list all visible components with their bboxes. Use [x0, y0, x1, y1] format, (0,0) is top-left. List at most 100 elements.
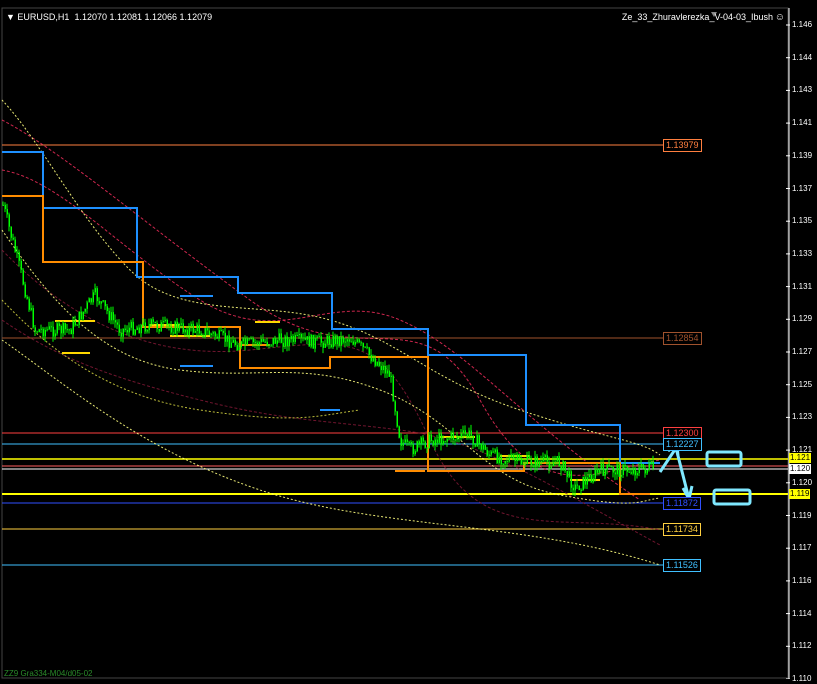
candle-body — [60, 326, 62, 334]
candle-body — [178, 324, 180, 331]
axis-tick-label: 1.123 — [792, 412, 813, 422]
candle-body — [114, 320, 116, 323]
candle-body — [28, 298, 30, 310]
candle-body — [456, 436, 458, 440]
candle-body — [40, 328, 42, 330]
candle-body — [592, 478, 594, 483]
candle-body — [252, 338, 254, 343]
candle-body — [368, 347, 370, 355]
candle-body — [202, 335, 204, 337]
candle-body — [116, 322, 118, 325]
candle-body — [30, 308, 32, 310]
candle-body — [150, 319, 152, 325]
candle-body — [576, 484, 578, 486]
candle-body — [338, 336, 340, 346]
candle-body — [586, 477, 588, 485]
candle-body — [376, 361, 378, 366]
candle-body — [458, 436, 460, 438]
dropdown-triangle-icon[interactable]: ▼ — [6, 12, 17, 22]
candle-body — [438, 433, 440, 443]
candle-body — [316, 336, 318, 338]
candle-body — [170, 326, 172, 333]
candle-body — [548, 461, 550, 469]
candle-body — [578, 485, 580, 491]
candle-body — [582, 476, 584, 490]
candle-body — [546, 455, 548, 462]
candle-body — [384, 365, 386, 374]
candle-body — [390, 375, 392, 377]
candle-body — [562, 461, 564, 471]
candle-body — [88, 298, 90, 303]
candle-body — [234, 339, 236, 345]
candle-body — [408, 441, 410, 443]
moving-average-line — [1, 339, 661, 566]
candle-body — [354, 341, 356, 345]
candle-body — [366, 346, 368, 348]
axis-tick-label: 1.127 — [792, 347, 813, 356]
candle-body — [58, 323, 60, 327]
candle-body — [312, 334, 314, 349]
level-price-label: 1.11872 — [663, 497, 701, 510]
candle-body — [50, 326, 52, 328]
candle-body — [210, 333, 212, 335]
candle-body — [374, 358, 376, 366]
candle-body — [434, 439, 436, 446]
candle-body — [362, 343, 364, 348]
candle-body — [470, 430, 472, 436]
candle-body — [258, 342, 260, 346]
candle-body — [472, 435, 474, 445]
candle-body — [530, 458, 532, 466]
chart-window[interactable]: ▼ EURUSD,H1 1.12070 1.12081 1.12066 1.12… — [0, 0, 817, 683]
candle-body — [484, 445, 486, 450]
axis-tick-label: 1.129 — [792, 314, 813, 324]
candle-body — [174, 321, 176, 334]
candle-body — [318, 336, 320, 338]
candle-body — [618, 464, 620, 477]
candle-body — [510, 454, 512, 458]
candle-body — [184, 329, 186, 333]
candle-body — [348, 339, 350, 342]
candle-body — [16, 251, 18, 253]
axis-tick-label: 1.125 — [792, 379, 813, 389]
candle-body — [610, 466, 612, 468]
candle-body — [518, 454, 520, 459]
footer-indicator-label: ZZ9 Gra334-M04/d05-02 — [4, 669, 93, 678]
candle-body — [92, 292, 94, 303]
candle-body — [80, 311, 82, 320]
candle-body — [292, 335, 294, 342]
candle-body — [336, 336, 338, 345]
candle-body — [264, 341, 266, 343]
candle-body — [192, 323, 194, 333]
candle-body — [634, 468, 636, 476]
candle-body — [646, 469, 648, 474]
candle-body — [2, 204, 4, 206]
candle-body — [290, 335, 292, 340]
candle-body — [146, 330, 148, 332]
candle-body — [332, 335, 334, 348]
candle-body — [522, 464, 524, 466]
candle-body — [104, 300, 106, 307]
candle-body — [100, 301, 102, 304]
candle-body — [118, 324, 120, 333]
candle-body — [90, 298, 92, 303]
indicator-label: Ze_33_Zhuravlerezka_V-04-03_Ibush — [621, 12, 773, 22]
candle-body — [346, 339, 348, 342]
axis-tick-label: 1.135 — [792, 216, 813, 226]
moving-average-line — [1, 299, 361, 419]
candle-body — [422, 437, 424, 442]
symbol-header: ▼ EURUSD,H1 1.12070 1.12081 1.12066 1.12… — [6, 12, 212, 22]
candle-body — [324, 343, 326, 348]
candle-body — [168, 324, 170, 327]
candle-body — [84, 308, 86, 312]
candle-body — [450, 432, 452, 439]
candle-body — [424, 441, 426, 448]
candle-body — [326, 335, 328, 344]
candle-body — [230, 342, 232, 348]
smiley-icon[interactable]: ☺ — [775, 12, 785, 23]
candle-body — [238, 347, 240, 351]
candle-body — [380, 365, 382, 371]
candle-body — [356, 339, 358, 342]
ohlc-values: 1.12070 1.12081 1.12066 1.12079 — [74, 12, 213, 22]
candle-body — [208, 330, 210, 335]
candle-body — [12, 237, 14, 240]
